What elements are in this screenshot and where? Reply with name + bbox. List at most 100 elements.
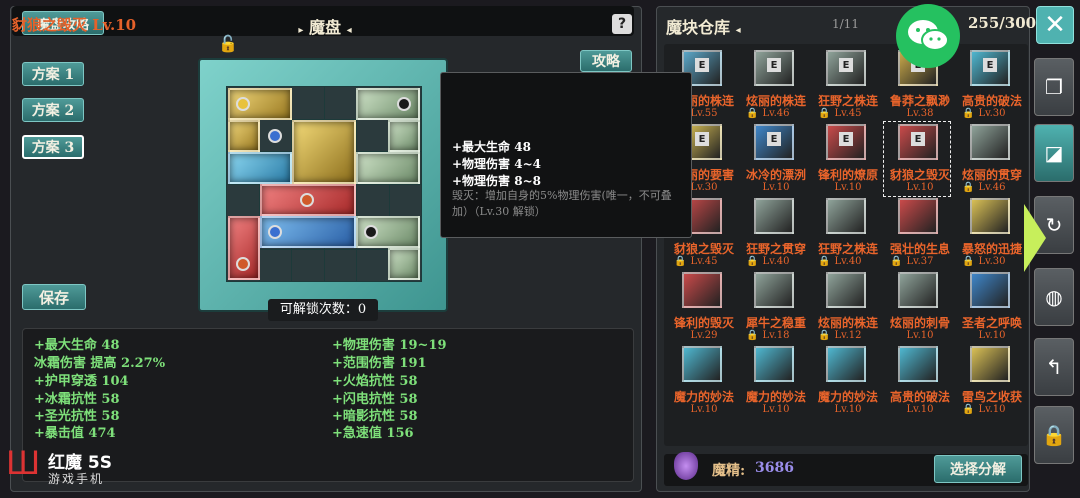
left-arrow-icon: ▸ — [298, 25, 304, 36]
board-gem-black — [397, 97, 411, 111]
equipped-badge: E — [695, 132, 709, 146]
warehouse-item[interactable]: 炫丽的株连 Lv.12 🔒 — [812, 270, 878, 344]
stat-right-6: +急速值 156 — [332, 426, 414, 441]
warehouse-item[interactable]: 强壮的生息 Lv.37 🔒 — [884, 196, 950, 270]
orb-icon[interactable]: ◍ — [1034, 268, 1074, 326]
warehouse-item[interactable]: E 锋利的燎原 Lv.10 — [812, 122, 878, 196]
warehouse-item[interactable]: 犀牛之稳重 Lv.18 🔒 — [740, 270, 806, 344]
equipped-badge: E — [839, 58, 853, 72]
item-name: 炫丽的株连 — [745, 94, 806, 108]
block-shape-icon — [826, 346, 866, 382]
warehouse-page: 1/11 — [832, 17, 859, 31]
plan-1-button[interactable]: 方案 1 — [22, 62, 84, 86]
help-icon[interactable]: ? — [612, 14, 632, 34]
stack-icon[interactable]: ❐ — [1034, 58, 1074, 116]
panel-icon[interactable]: ◪ — [1034, 124, 1074, 182]
block-shape-icon — [970, 346, 1010, 382]
lock-icon: 🔒 — [674, 256, 687, 267]
lock-icon[interactable]: 🔓 — [218, 34, 238, 53]
lock-icon: 🔒 — [746, 330, 759, 341]
warehouse-capacity: 255/300 — [968, 14, 1037, 32]
tooltip-title: 豺狼之毁灭 Lv.10 — [12, 16, 137, 34]
board-block-blue-left[interactable] — [228, 152, 292, 184]
close-icon[interactable]: ✕ — [1036, 6, 1074, 44]
block-shape-icon — [754, 346, 794, 382]
warehouse-item[interactable]: 暴怒的迅捷 Lv.30 🔒 — [956, 196, 1022, 270]
stat-right-1: +物理伤害 19~19 — [332, 338, 447, 353]
item-name: 豺狼之毁灭 — [889, 168, 950, 182]
warehouse-item[interactable]: 魔力的妙法 Lv.10 — [812, 344, 878, 418]
warehouse-item[interactable]: 魔力的妙法 Lv.10 — [740, 344, 806, 418]
warehouse-item[interactable]: E 狂野之株连 Lv.45 🔒 — [812, 48, 878, 122]
tooltip-line-2: +物理伤害 4~4 — [452, 157, 541, 171]
item-name: 狂野之株连 — [817, 242, 878, 256]
board-gem-black-2 — [364, 225, 378, 239]
warehouse-item[interactable]: E 豺狼之毁灭 Lv.10 — [883, 121, 951, 197]
select-decompose-button[interactable]: 选择分解 — [934, 455, 1022, 483]
sort-arrow-icon[interactable]: ◂ — [736, 25, 741, 36]
item-name: 鲁莽之飘渺 — [889, 94, 950, 108]
board-block-silver-mid[interactable] — [356, 152, 420, 184]
right-arrow-icon: ◂ — [346, 25, 352, 36]
board-block-silver-bottom-part[interactable] — [388, 248, 420, 280]
item-level: Lv.38 — [906, 108, 934, 119]
item-name: 高贵的破法 — [961, 94, 1022, 108]
warehouse-item[interactable]: 炫丽的贯穿 Lv.46 🔒 — [956, 122, 1022, 196]
board-block-gold-l-part[interactable] — [228, 120, 260, 152]
lock-icon: 🔒 — [818, 330, 831, 341]
stat-left-1: +最大生命 48 — [34, 338, 120, 353]
item-level: Lv.10 — [906, 404, 934, 415]
essence-gem-icon — [674, 452, 698, 480]
item-name: 狂野之株连 — [817, 94, 878, 108]
warehouse-item[interactable]: E 冰冷的漂洌 Lv.10 — [740, 122, 806, 196]
item-name: 圣者之呼唤 — [961, 316, 1022, 330]
warehouse-item[interactable]: 高贵的破法 Lv.10 — [884, 344, 950, 418]
panel-title-text: 魔盘 — [308, 18, 341, 37]
item-name: 锋利的燎原 — [817, 168, 878, 182]
item-name: 炫丽的株连 — [817, 316, 878, 330]
warehouse-item[interactable]: 圣者之呼唤 Lv.10 — [956, 270, 1022, 344]
strategy-button[interactable]: 攻略 — [580, 50, 632, 72]
stat-left-2: 冰霜伤害 提高 2.27% — [34, 356, 166, 371]
block-shape-icon — [970, 272, 1010, 308]
warehouse-item[interactable]: 狂野之株连 Lv.40 🔒 — [812, 196, 878, 270]
item-name: 炫丽的贯穿 — [961, 168, 1022, 182]
lock-icon: 🔒 — [962, 404, 975, 415]
board-gem-blue — [268, 129, 282, 143]
plan-2-button[interactable]: 方案 2 — [22, 98, 84, 122]
lock-icon: 🔒 — [962, 108, 975, 119]
equipped-badge: E — [839, 132, 853, 146]
block-shape-icon — [754, 272, 794, 308]
stat-right-2: +范围伤害 191 — [332, 356, 427, 371]
block-shape-icon — [754, 198, 794, 234]
stat-right-3: +火焰抗性 58 — [332, 374, 418, 389]
board-block-silver-top-part[interactable] — [388, 120, 420, 152]
lock-icon: 🔒 — [746, 108, 759, 119]
block-shape-icon — [970, 124, 1010, 160]
stat-left-3: +护甲穿透 104 — [34, 374, 129, 389]
plan-3-button[interactable]: 方案 3 — [22, 135, 84, 159]
item-name: 雷鸟之收获 — [961, 390, 1022, 404]
lock-icon[interactable]: 🔒 — [1034, 406, 1074, 464]
warehouse-item[interactable]: 雷鸟之收获 Lv.10 🔒 — [956, 344, 1022, 418]
expand-arrow-icon[interactable] — [1024, 204, 1046, 272]
tooltip-line-1: +最大生命 48 — [452, 140, 531, 154]
board-block-gold-square[interactable] — [292, 120, 356, 184]
wechat-icon[interactable] — [896, 4, 960, 68]
save-button[interactable]: 保存 — [22, 284, 86, 310]
warehouse-item[interactable]: 锋利的毁灭 Lv.29 — [668, 270, 734, 344]
warehouse-item[interactable]: 炫丽的刺骨 Lv.10 — [884, 270, 950, 344]
item-name: 豺狼之毁灭 — [673, 242, 734, 256]
item-name: 强壮的生息 — [889, 242, 950, 256]
red-magic-logo-icon: Ш — [6, 444, 41, 482]
warehouse-item[interactable]: 魔力的妙法 Lv.10 — [668, 344, 734, 418]
warehouse-item[interactable]: 狂野之贯穿 Lv.40 🔒 — [740, 196, 806, 270]
item-name: 魔力的妙法 — [745, 390, 806, 404]
board-gem-gold — [236, 97, 250, 111]
board-gem-blue-2 — [268, 225, 282, 239]
warehouse-item[interactable]: E 高贵的破法 Lv.30 🔒 — [956, 48, 1022, 122]
item-level: Lv.10 — [690, 404, 718, 415]
item-name: 魔力的妙法 — [817, 390, 878, 404]
return-icon[interactable]: ↰ — [1034, 338, 1074, 396]
warehouse-item[interactable]: E 炫丽的株连 Lv.46 🔒 — [740, 48, 806, 122]
